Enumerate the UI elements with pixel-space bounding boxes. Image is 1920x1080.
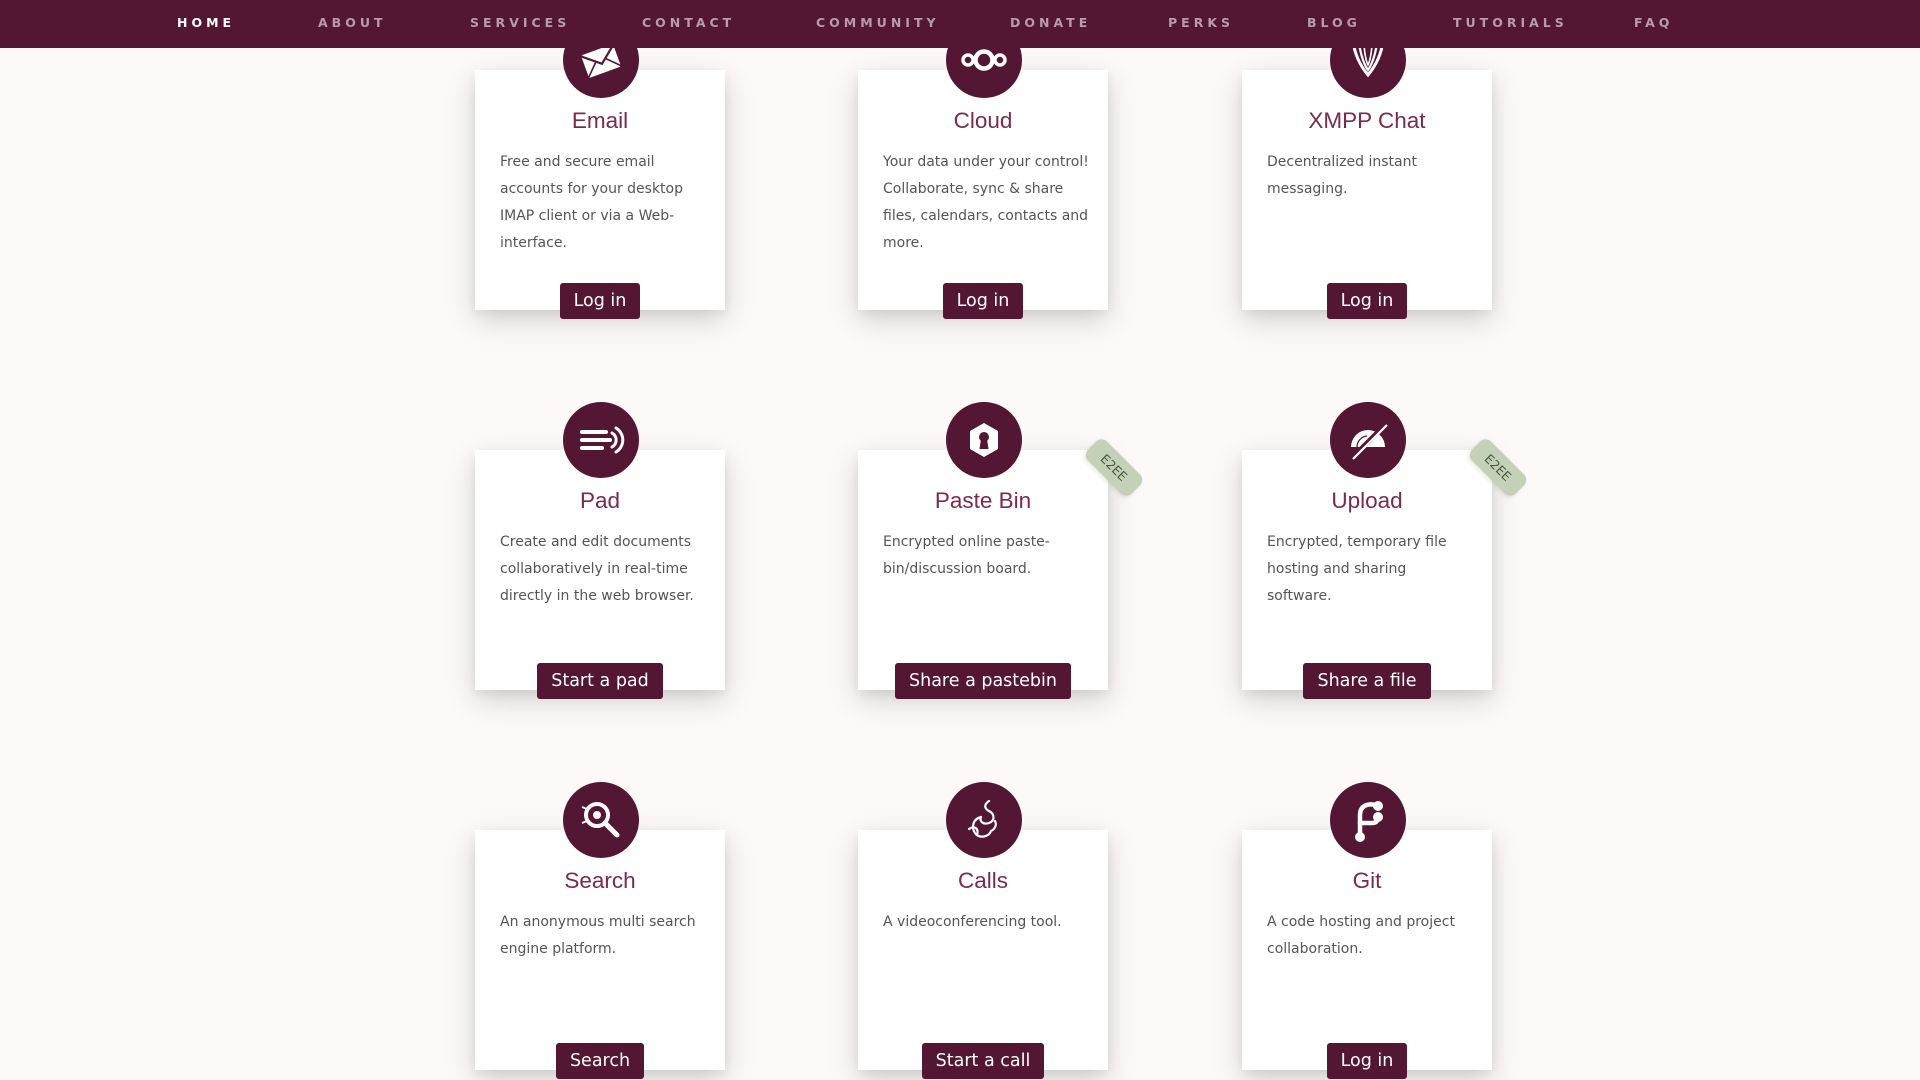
nav-contact[interactable]: CONTACT [642,0,735,48]
card-description: Encrypted online paste-bin/discussion bo… [883,534,1050,577]
nav-faq[interactable]: FAQ [1634,0,1673,48]
card-title: Calls [957,868,1008,893]
card-description: Decentralized instant messaging. [1267,154,1417,197]
nav-home[interactable]: HOME [177,0,235,48]
email-login-button[interactable]: Log in [559,283,641,319]
card-title: Cloud [953,108,1013,133]
etherpad-icon [563,402,639,478]
service-card-upload: Upload Encrypted, temporary file hosting… [1242,402,1530,699]
share-pastebin-button[interactable]: Share a pastebin [895,663,1071,699]
service-card-pastebin: Paste Bin Encrypted online paste-bin/dis… [858,402,1146,699]
nav-services[interactable]: SERVICES [470,0,570,48]
service-card-xmpp: XMPP Chat Decentralized instant messagin… [1242,22,1492,319]
nav-donate[interactable]: DONATE [1010,0,1091,48]
card-title: Upload [1331,488,1403,513]
nav-tutorials[interactable]: TUTORIALS [1453,0,1568,48]
start-call-button[interactable]: Start a call [921,1043,1045,1079]
card-description: An anonymous multi search engine platfor… [500,914,696,957]
nav-perks[interactable]: PERKS [1168,0,1234,48]
lufi-icon [1330,402,1406,478]
card-title: Email [571,108,629,133]
card-description: A videoconferencing tool. [883,914,1062,930]
service-card-email: Email Free and secure email accounts for… [475,22,725,319]
git-login-button[interactable]: Log in [1326,1043,1408,1079]
card-description: Create and edit documents collaborativel… [500,534,694,604]
gitea-icon [1330,782,1406,858]
card-description: Free and secure email accounts for your … [500,154,683,251]
share-file-button[interactable]: Share a file [1303,663,1431,699]
card-description: Your data under your control! Collaborat… [883,154,1089,251]
service-card-pad: Pad Create and edit documents collaborat… [475,402,725,699]
service-card-git: Git A code hosting and project collabora… [1242,782,1492,1079]
service-card-calls: Calls A videoconferencing tool. Start a … [858,782,1108,1079]
nav-community[interactable]: COMMUNITY [816,0,940,48]
card-title: Git [1352,868,1382,893]
searx-icon [563,782,639,858]
card-title: Pad [579,488,621,513]
top-navbar: HOME ABOUT SERVICES CONTACT COMMUNITY DO… [0,0,1920,48]
jitsi-icon [946,782,1022,858]
nav-about[interactable]: ABOUT [318,0,387,48]
card-description: A code hosting and project collaboration… [1267,914,1455,957]
keyhole-icon [946,402,1022,478]
start-pad-button[interactable]: Start a pad [537,663,663,699]
service-card-search: Search An anonymous multi search engine … [475,782,725,1079]
cloud-login-button[interactable]: Log in [942,283,1024,319]
card-title: Paste Bin [934,488,1032,513]
card-title: XMPP Chat [1308,108,1426,133]
card-description: Encrypted, temporary file hosting and sh… [1267,534,1447,604]
xmpp-login-button[interactable]: Log in [1326,283,1408,319]
service-card-cloud: Cloud Your data under your control! Coll… [858,22,1108,319]
search-button[interactable]: Search [555,1043,645,1079]
nav-blog[interactable]: BLOG [1307,0,1361,48]
card-title: Search [564,868,636,893]
